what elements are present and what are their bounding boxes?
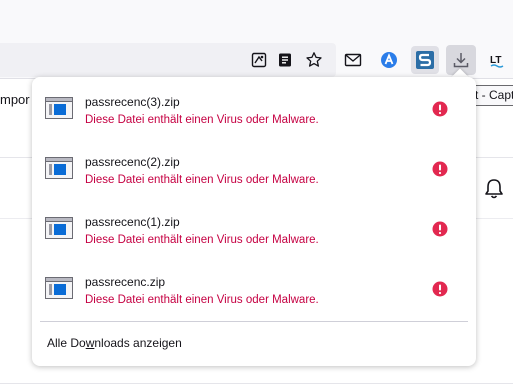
show-all-label-end: nloads anzeigen: [94, 336, 182, 350]
page-partial-text: mpor: [0, 92, 30, 107]
blue-a-circle-icon: [381, 52, 397, 68]
downloads-panel: passrecenc(3).zip Diese Datei enthält ei…: [32, 77, 476, 366]
languagetool-button[interactable]: LT: [486, 47, 512, 73]
page-divider: [476, 157, 513, 158]
notepad-icon: [251, 52, 267, 68]
file-icon: [45, 277, 73, 299]
download-status: Diese Datei enthält einen Virus oder Mal…: [85, 234, 319, 246]
download-status: Diese Datei enthält einen Virus oder Mal…: [85, 294, 319, 306]
envelope-icon: [344, 53, 362, 67]
star-icon: [306, 52, 322, 67]
file-icon: [45, 217, 73, 239]
page-action-icon[interactable]: [246, 47, 272, 73]
download-arrow-icon: [453, 53, 469, 68]
fireshot-button[interactable]: [411, 46, 439, 74]
file-icon: [45, 157, 73, 179]
warning-icon: [432, 281, 448, 297]
extension-a-button[interactable]: [376, 47, 402, 73]
show-all-downloads-button[interactable]: Alle Downloads anzeigen: [47, 336, 182, 350]
languagetool-icon: LT: [490, 55, 504, 68]
download-item[interactable]: passrecenc.zip Diese Datei enthält einen…: [32, 266, 476, 322]
bell-icon[interactable]: [484, 178, 504, 200]
panel-divider: [40, 321, 468, 322]
show-all-label-start: Alle Do: [47, 336, 86, 350]
page-divider: [0, 383, 513, 384]
bookmark-star-button[interactable]: [301, 47, 327, 73]
download-status: Diese Datei enthält einen Virus oder Mal…: [85, 174, 319, 186]
download-filename: passrecenc(3).zip: [85, 95, 180, 109]
download-item[interactable]: passrecenc(1).zip Diese Datei enthält ei…: [32, 206, 476, 262]
page-divider: [0, 218, 32, 219]
warning-icon: [432, 221, 448, 237]
reader-icon: [279, 53, 291, 67]
download-filename: passrecenc(1).zip: [85, 215, 180, 229]
reader-view-icon[interactable]: [272, 47, 298, 73]
download-item[interactable]: passrecenc(3).zip Diese Datei enthält ei…: [32, 86, 476, 142]
page-divider: [0, 157, 32, 158]
mail-extension-button[interactable]: [340, 47, 366, 73]
download-filename: passrecenc.zip: [85, 275, 166, 289]
svg-text:LT: LT: [490, 55, 501, 66]
download-status: Diese Datei enthält einen Virus oder Mal…: [85, 114, 319, 126]
browser-toolbar: LT: [0, 0, 513, 78]
warning-icon: [432, 101, 448, 117]
download-filename: passrecenc(2).zip: [85, 155, 180, 169]
fireshot-icon: [416, 51, 434, 69]
file-icon: [45, 97, 73, 119]
page-divider: [476, 218, 513, 219]
download-item[interactable]: passrecenc(2).zip Diese Datei enthält ei…: [32, 146, 476, 202]
warning-icon: [432, 161, 448, 177]
